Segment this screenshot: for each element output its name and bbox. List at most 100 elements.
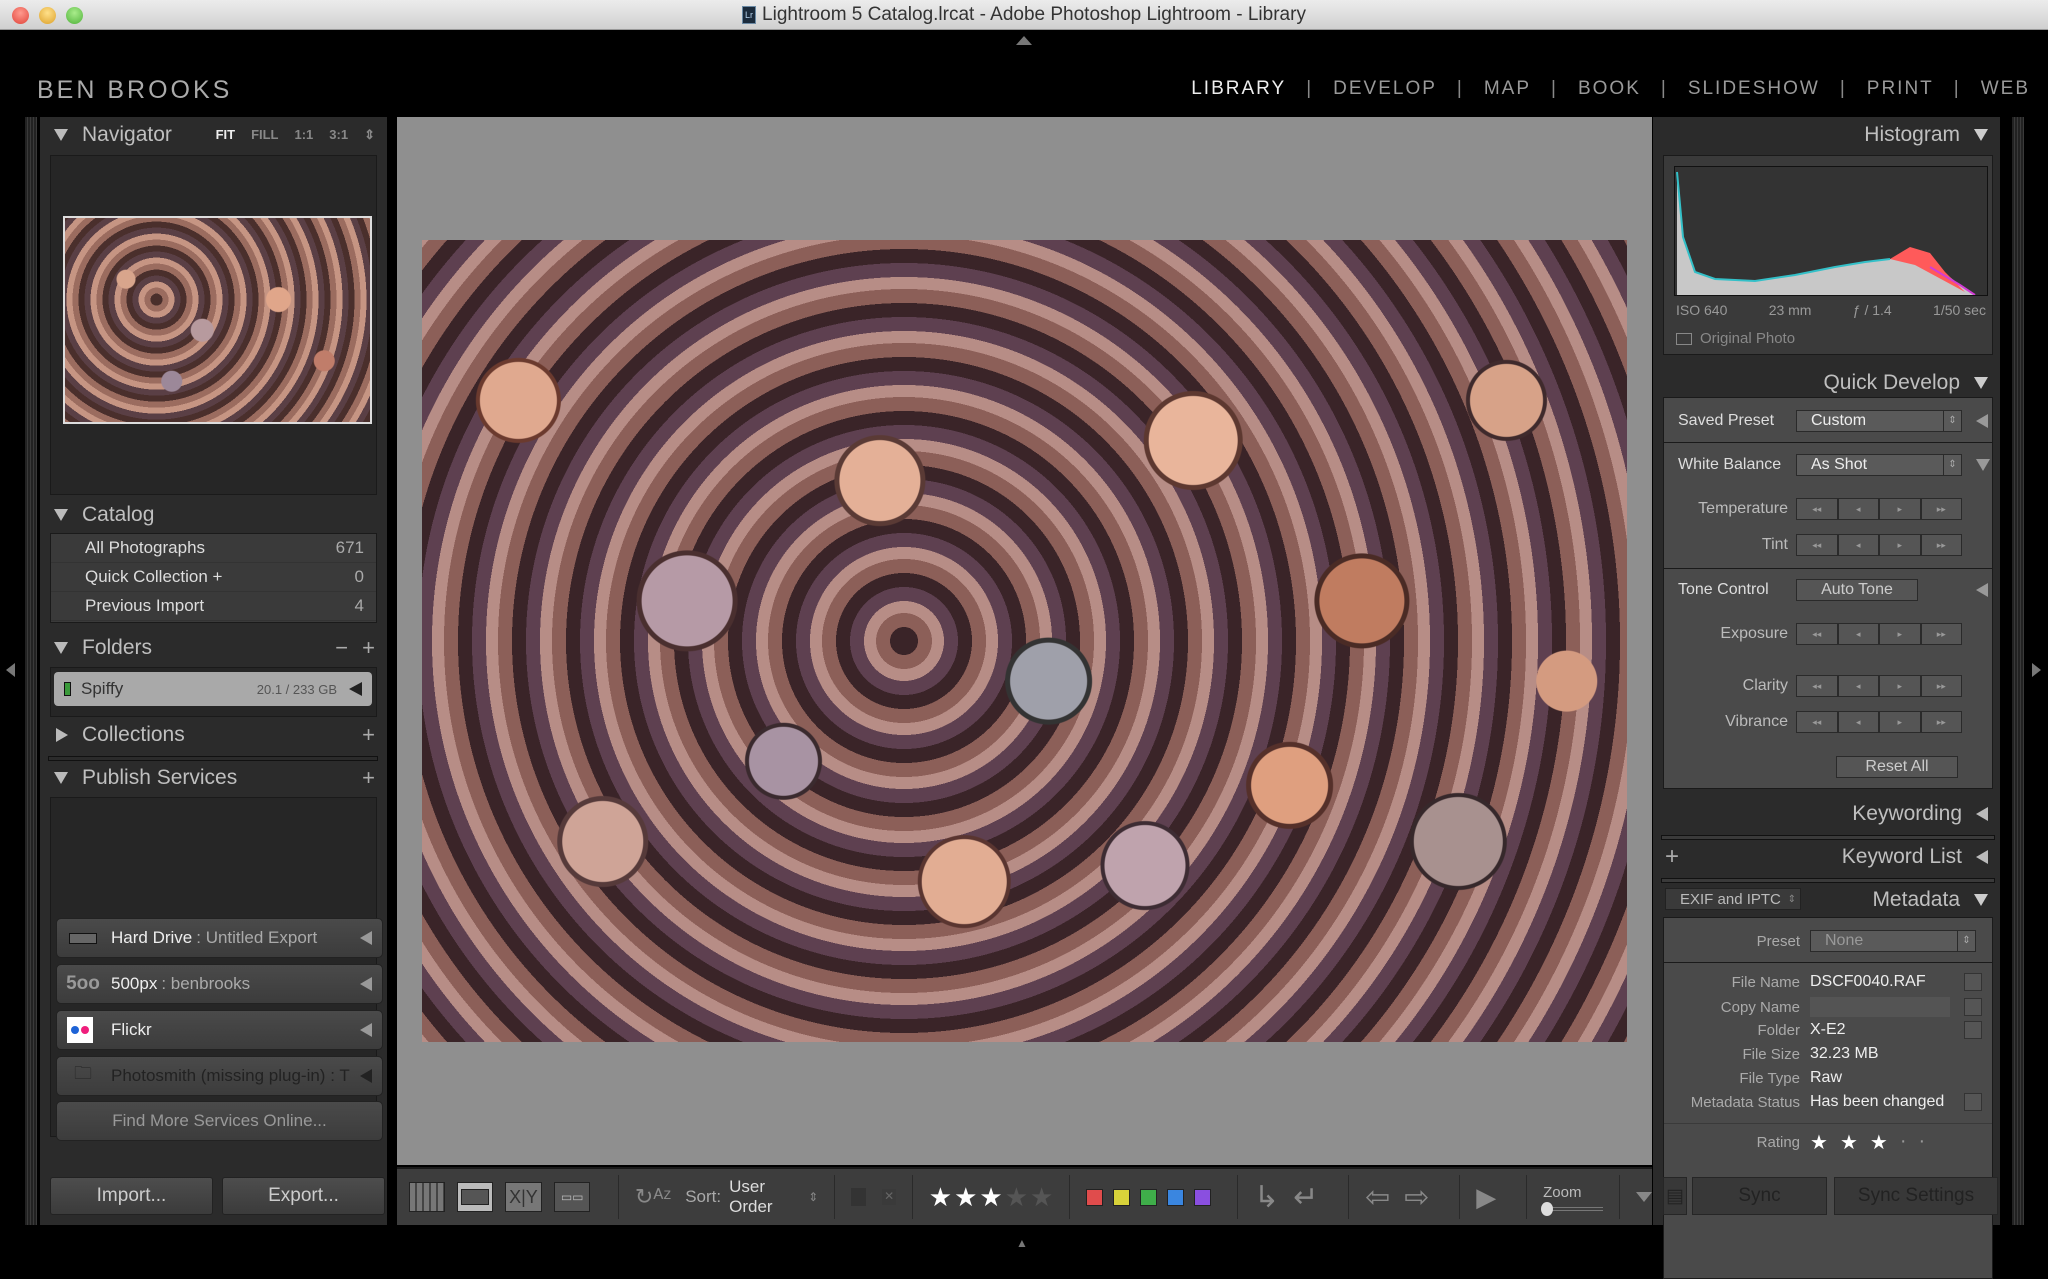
- zoom-stepper-icon[interactable]: ⇕: [364, 127, 375, 143]
- left-panel-edge[interactable]: [25, 117, 37, 1225]
- flag-pick-icon[interactable]: [851, 1188, 867, 1206]
- remove-folder-button[interactable]: −: [335, 635, 348, 661]
- metadata-rating-star-1[interactable]: ★: [1810, 1130, 1828, 1155]
- file-name-value[interactable]: DSCF0040.RAF: [1810, 973, 1926, 991]
- auto-sync-toggle[interactable]: ▤: [1663, 1177, 1687, 1215]
- go-to-folder-icon[interactable]: [1964, 1021, 1982, 1039]
- decrease-small-button[interactable]: ◂: [1837, 498, 1879, 520]
- increase-small-button[interactable]: ▸: [1879, 711, 1921, 733]
- decrease-small-button[interactable]: ◂: [1837, 675, 1879, 697]
- publish-500px[interactable]: 5oo 500px: benbrooks: [56, 964, 383, 1004]
- rating-star-3[interactable]: ★: [979, 1184, 1002, 1210]
- decrease-small-button[interactable]: ◂: [1837, 623, 1879, 645]
- zoom-fill[interactable]: FILL: [251, 127, 278, 143]
- catalog-item-previous-import[interactable]: Previous Import 4: [51, 592, 376, 621]
- collapse-left-panel-arrow[interactable]: [6, 663, 15, 677]
- toggle-filmstrip-arrow[interactable]: ▲: [1016, 1236, 1028, 1250]
- collapse-right-panel-arrow[interactable]: [2032, 663, 2041, 677]
- impromptu-slideshow-icon[interactable]: ▶: [1476, 1182, 1496, 1213]
- go-to-icon[interactable]: [1964, 998, 1982, 1016]
- sort-stepper-icon[interactable]: ⇕: [808, 1190, 818, 1204]
- survey-view-button[interactable]: ▭▭: [554, 1182, 591, 1212]
- decrease-large-button[interactable]: ◂◂: [1796, 711, 1838, 733]
- close-window-button[interactable]: [12, 7, 29, 24]
- increase-small-button[interactable]: ▸: [1879, 675, 1921, 697]
- toolbar-options-chevron-icon[interactable]: [1635, 1192, 1652, 1202]
- tone-control-disclosure-icon[interactable]: [1976, 583, 1988, 597]
- increase-small-button[interactable]: ▸: [1879, 534, 1921, 556]
- color-label-4[interactable]: [1167, 1188, 1185, 1206]
- zoom-1-1[interactable]: 1:1: [295, 127, 314, 143]
- catalog-item-all-photographs[interactable]: All Photographs 671: [51, 534, 376, 563]
- reset-all-button[interactable]: Reset All: [1836, 756, 1958, 778]
- publish-photosmith[interactable]: 🗀 Photosmith (missing plug-in) : T: [56, 1056, 383, 1096]
- increase-small-button[interactable]: ▸: [1879, 623, 1921, 645]
- catalog-item-quick-collection[interactable]: Quick Collection + 0: [51, 563, 376, 592]
- metadata-view-select[interactable]: EXIF and IPTC ⇕: [1665, 888, 1801, 910]
- metadata-rating-star-5[interactable]: ·: [1918, 1130, 1925, 1155]
- module-library[interactable]: LIBRARY: [1191, 78, 1286, 100]
- navigator-thumbnail[interactable]: [63, 216, 372, 424]
- publish-hard-drive[interactable]: Hard Drive: Untitled Export: [56, 918, 383, 958]
- decrease-large-button[interactable]: ◂◂: [1796, 675, 1838, 697]
- increase-large-button[interactable]: ▸▸: [1920, 623, 1962, 645]
- loupe-view-button[interactable]: [456, 1182, 493, 1212]
- collapse-service-icon[interactable]: [360, 977, 372, 991]
- zoom-fit[interactable]: FIT: [216, 127, 236, 143]
- sync-button[interactable]: Sync: [1692, 1177, 1827, 1215]
- rename-icon[interactable]: [1964, 973, 1982, 991]
- module-print[interactable]: PRINT: [1867, 78, 1934, 100]
- add-keyword-button[interactable]: +: [1665, 843, 1679, 871]
- collapse-volume-icon[interactable]: [349, 682, 362, 696]
- decrease-small-button[interactable]: ◂: [1837, 534, 1879, 556]
- copy-name-field[interactable]: [1810, 997, 1950, 1017]
- next-photo-icon[interactable]: ⇨: [1404, 1180, 1429, 1215]
- original-photo-toggle[interactable]: Original Photo: [1676, 330, 1795, 347]
- metadata-status-icon[interactable]: [1964, 1093, 1982, 1111]
- metadata-rating-star-4[interactable]: ·: [1900, 1130, 1907, 1155]
- rating-star-1[interactable]: ★: [929, 1184, 952, 1210]
- decrease-large-button[interactable]: ◂◂: [1796, 623, 1838, 645]
- decrease-small-button[interactable]: ◂: [1837, 711, 1879, 733]
- flag-reject-icon[interactable]: ✕: [882, 1189, 896, 1205]
- grid-view-button[interactable]: [409, 1182, 445, 1212]
- increase-large-button[interactable]: ▸▸: [1920, 711, 1962, 733]
- metadata-rating-star-2[interactable]: ★: [1840, 1130, 1858, 1155]
- toggle-top-panel-arrow[interactable]: [1016, 36, 1032, 45]
- rotate-left-icon[interactable]: ↳: [1254, 1180, 1279, 1215]
- white-balance-disclosure-icon[interactable]: [1976, 459, 1990, 471]
- rotate-right-icon[interactable]: ↵: [1293, 1180, 1318, 1215]
- publish-services-header[interactable]: Publish Services +: [40, 760, 387, 796]
- previous-photo-icon[interactable]: ⇦: [1365, 1180, 1390, 1215]
- maximize-window-button[interactable]: [66, 7, 83, 24]
- increase-large-button[interactable]: ▸▸: [1920, 675, 1962, 697]
- increase-large-button[interactable]: ▸▸: [1920, 534, 1962, 556]
- saved-preset-select[interactable]: Custom ⇕: [1796, 410, 1962, 432]
- module-web[interactable]: WEB: [1981, 78, 2030, 100]
- import-button[interactable]: Import...: [50, 1177, 213, 1215]
- rating-stars[interactable]: ★ ★ ★ ★ ★: [929, 1184, 1054, 1210]
- original-photo-checkbox[interactable]: [1676, 332, 1692, 345]
- increase-large-button[interactable]: ▸▸: [1920, 498, 1962, 520]
- publish-flickr[interactable]: Flickr: [56, 1010, 383, 1050]
- color-label-2[interactable]: [1113, 1188, 1131, 1206]
- white-balance-select[interactable]: As Shot ⇕: [1796, 454, 1962, 476]
- collections-header[interactable]: Collections +: [40, 717, 387, 753]
- auto-tone-button[interactable]: Auto Tone: [1796, 579, 1918, 601]
- sort-select[interactable]: User Order: [729, 1177, 800, 1217]
- module-slideshow[interactable]: SLIDESHOW: [1688, 78, 1820, 100]
- module-develop[interactable]: DEVELOP: [1333, 78, 1437, 100]
- color-label-3[interactable]: [1140, 1188, 1158, 1206]
- rating-star-5[interactable]: ★: [1030, 1184, 1053, 1210]
- sort-direction-icon[interactable]: ↻ᴬᶻ: [635, 1184, 671, 1210]
- histogram-header[interactable]: Histogram: [1653, 117, 2000, 153]
- keywording-header[interactable]: Keywording: [1653, 796, 2000, 832]
- metadata-preset-select[interactable]: None ⇕: [1810, 930, 1976, 952]
- zoom-slider[interactable]: [1541, 1201, 1604, 1216]
- color-label-5[interactable]: [1194, 1188, 1212, 1206]
- export-button[interactable]: Export...: [222, 1177, 385, 1215]
- zoom-3-1[interactable]: 3:1: [329, 127, 348, 143]
- add-publish-service-button[interactable]: +: [362, 765, 375, 791]
- color-label-1[interactable]: [1086, 1188, 1104, 1206]
- decrease-large-button[interactable]: ◂◂: [1796, 534, 1838, 556]
